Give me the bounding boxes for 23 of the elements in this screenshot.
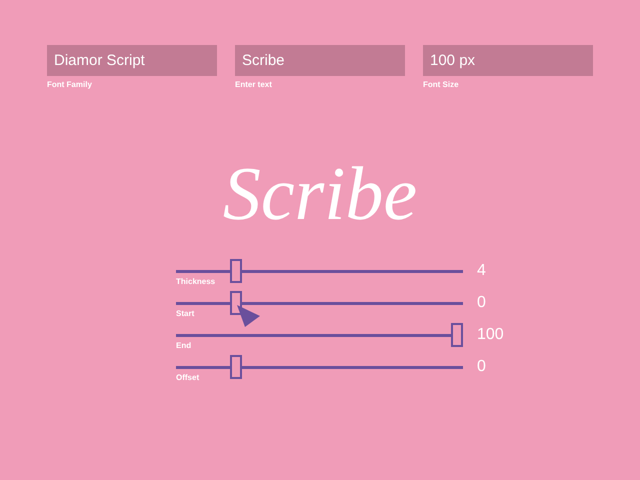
slider-thumb[interactable] [451,323,464,347]
field-label: Enter text [235,79,273,91]
slider-thumb[interactable] [230,355,242,379]
slider-value: 100 [477,325,504,345]
preview-text: Scribe [222,151,418,238]
field-label: Font Size [423,79,460,91]
slider-label: Thickness [176,276,216,288]
slider-thumb[interactable] [230,259,242,283]
text-field[interactable]: Diamor Script [47,45,217,76]
text-field[interactable]: Scribe [235,45,405,76]
slider[interactable] [176,323,463,347]
field-label: Font Family [47,79,93,91]
text-field[interactable]: 100 px [423,45,593,76]
slider-label: Start [176,308,194,320]
cursor-icon [236,304,262,328]
slider-value: 0 [477,293,486,313]
slider[interactable] [176,291,463,315]
slider-value: 4 [477,261,486,281]
slider[interactable] [176,355,463,379]
slider[interactable] [176,259,463,283]
slider-label: Offset [176,372,200,384]
slider-value: 0 [477,357,486,377]
slider-label: End [176,340,192,352]
